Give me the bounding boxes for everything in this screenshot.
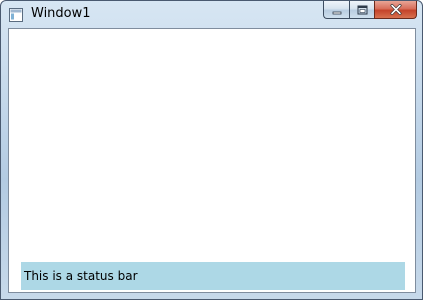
maximize-icon	[357, 1, 368, 19]
title-bar[interactable]: Window1	[1, 1, 422, 28]
maximize-button[interactable]	[349, 1, 374, 19]
close-button[interactable]	[374, 1, 417, 19]
status-bar-text: This is a status bar	[24, 269, 138, 283]
minimize-button[interactable]	[323, 1, 349, 19]
window-title: Window1	[31, 6, 91, 21]
status-bar: This is a status bar	[21, 262, 405, 290]
minimize-icon	[332, 1, 342, 19]
app-window-icon[interactable]	[9, 7, 23, 22]
client-area: This is a status bar	[8, 28, 416, 293]
window: Window1 This is a status bar	[0, 0, 423, 300]
caption-buttons	[323, 1, 417, 19]
close-icon	[390, 1, 402, 19]
